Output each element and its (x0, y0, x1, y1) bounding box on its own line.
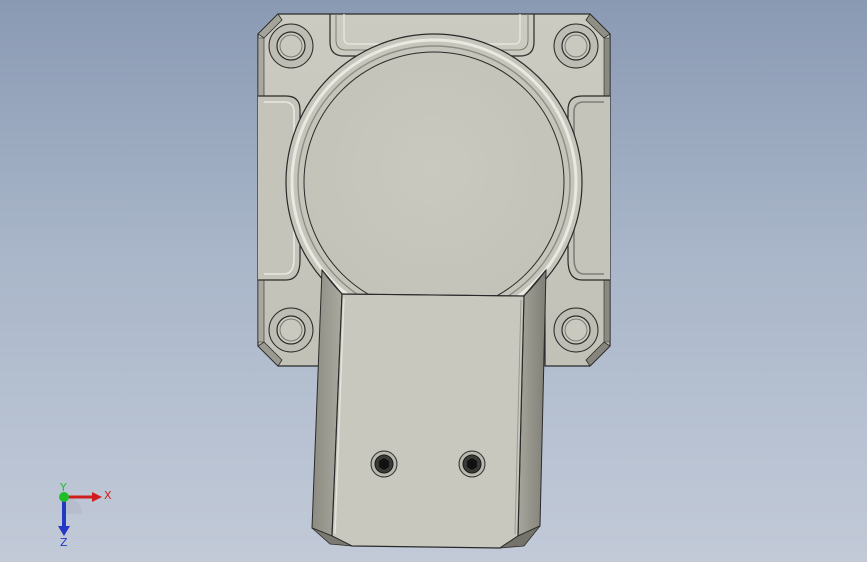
mounting-hole-bottom-right[interactable] (553, 307, 599, 353)
graphics-viewport[interactable]: X Y Z (0, 0, 867, 562)
socket-screw-right[interactable] (458, 450, 486, 478)
mounting-hole-top-right[interactable] (553, 23, 599, 69)
lever-arm[interactable] (311, 268, 547, 549)
socket-screw-left[interactable] (370, 450, 398, 478)
reference-triad: X Y Z (58, 481, 112, 548)
cad-model[interactable] (0, 0, 867, 562)
mounting-hole-bottom-left[interactable] (268, 307, 314, 353)
z-axis-label: Z (60, 536, 68, 548)
mounting-hole-top-left[interactable] (268, 23, 314, 69)
x-axis-label: X (104, 489, 112, 502)
y-axis-label: Y (59, 481, 67, 494)
